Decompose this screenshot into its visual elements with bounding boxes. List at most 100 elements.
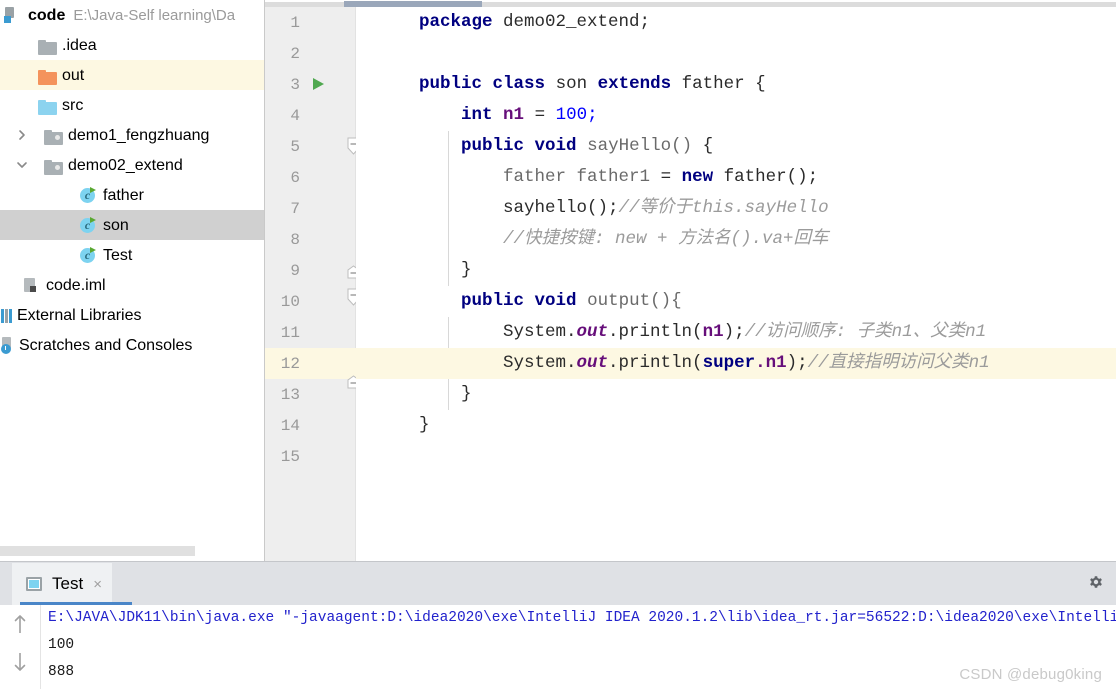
tree-row-demo02-extend[interactable]: demo02_extend bbox=[0, 150, 264, 180]
line-number: 7 bbox=[290, 199, 300, 218]
code-line-14[interactable]: } bbox=[356, 410, 1116, 441]
settings-gear-icon[interactable] bbox=[1084, 571, 1108, 595]
code-line-4[interactable]: int n1 = 100; bbox=[356, 100, 1116, 131]
tree-row-external-libraries[interactable]: External Libraries bbox=[0, 300, 264, 330]
token-brace: { bbox=[702, 136, 714, 156]
tree-row-scratches-and-consoles[interactable]: Scratches and Consoles bbox=[0, 330, 264, 360]
line-number: 14 bbox=[280, 416, 300, 435]
token-keyword: public bbox=[419, 74, 483, 94]
tree-row-code-iml[interactable]: code.iml bbox=[0, 270, 264, 300]
gutter-line: 2 bbox=[265, 38, 356, 69]
package-icon bbox=[44, 129, 63, 145]
code-line-8[interactable]: //快捷按键: new + 方法名().va+回车 bbox=[356, 224, 1116, 255]
run-gutter-icon[interactable] bbox=[313, 78, 324, 90]
console-tab-label: Test bbox=[52, 574, 84, 593]
scratches-icon bbox=[0, 336, 16, 355]
token-println: .println( bbox=[608, 353, 703, 373]
no-arrow bbox=[22, 37, 38, 53]
token-class-name: son bbox=[555, 74, 588, 94]
token-comment: //访问顺序: 子类n1、父类n1 bbox=[744, 322, 987, 342]
idea-window: code E:\Java-Self learning\Da .idea out … bbox=[0, 0, 1116, 689]
code-line-12[interactable]: System.out.println(super.n1);//直接指明访问父类n… bbox=[356, 348, 1116, 379]
close-icon[interactable]: × bbox=[93, 577, 102, 592]
console-output[interactable]: E:\JAVA\JDK11\bin\java.exe "-javaagent:D… bbox=[48, 605, 1116, 689]
libraries-icon bbox=[0, 306, 14, 325]
java-class-icon: c bbox=[79, 186, 98, 205]
token-variable: father1 bbox=[576, 167, 651, 187]
token-operator: = bbox=[534, 105, 546, 125]
watermark: CSDN @debug0king bbox=[959, 666, 1102, 683]
tree-row-father[interactable]: c father bbox=[0, 180, 264, 210]
code-line-6[interactable]: father father1 = new father(); bbox=[356, 162, 1116, 193]
token-println: .println( bbox=[608, 322, 703, 342]
tree-item-label: External Libraries bbox=[17, 306, 142, 324]
token-package-name: demo02_extend; bbox=[503, 12, 651, 32]
gutter-line: 8 bbox=[265, 224, 356, 255]
gutter-line: 4 bbox=[265, 100, 356, 131]
code-line-7[interactable]: sayhello();//等价于this.sayHello bbox=[356, 193, 1116, 224]
token-system: System. bbox=[503, 322, 577, 342]
tree-row-project-root[interactable]: code E:\Java-Self learning\Da bbox=[0, 0, 264, 30]
tree-row-idea[interactable]: .idea bbox=[0, 30, 264, 60]
tree-row-src[interactable]: src bbox=[0, 90, 264, 120]
token-operator: = bbox=[660, 167, 672, 187]
code-line-3[interactable]: public class son extends father { bbox=[356, 69, 1116, 100]
tree-row-out[interactable]: out bbox=[0, 60, 264, 90]
code-editor[interactable]: 1 2 3 4 5 6 7 8 9 10 11 12 13 14 15 pack… bbox=[265, 0, 1116, 561]
line-number: 8 bbox=[290, 230, 300, 249]
tree-row-test[interactable]: c Test bbox=[0, 240, 264, 270]
token-number: 100; bbox=[555, 105, 598, 125]
token-keyword: void bbox=[534, 291, 577, 311]
line-number: 1 bbox=[290, 13, 300, 32]
code-line-5[interactable]: public void sayHello() { bbox=[356, 131, 1116, 162]
code-line-10[interactable]: public void output(){ bbox=[356, 286, 1116, 317]
tree-item-label: son bbox=[103, 216, 129, 234]
tree-item-label: out bbox=[62, 66, 85, 84]
token-method-call: sayhello(); bbox=[503, 198, 619, 218]
scroll-down-icon[interactable] bbox=[9, 649, 31, 675]
project-horizontal-scrollbar[interactable] bbox=[0, 545, 264, 557]
project-root-path: E:\Java-Self learning\Da bbox=[73, 6, 236, 24]
gutter-line: 9 bbox=[265, 255, 360, 286]
run-tool-window[interactable]: Test × E:\JAVA\JDK11\bin\java.exe "-java… bbox=[0, 561, 1116, 689]
no-arrow bbox=[22, 67, 38, 83]
tree-row-demo1-fengzhuang[interactable]: demo1_fengzhuang bbox=[0, 120, 264, 150]
token-keyword: class bbox=[492, 74, 546, 94]
token-brace: { bbox=[755, 74, 766, 94]
tree-item-label: Test bbox=[103, 246, 133, 264]
scroll-up-icon[interactable] bbox=[9, 611, 31, 637]
project-tool-window[interactable]: code E:\Java-Self learning\Da .idea out … bbox=[0, 0, 264, 561]
gutter-line: 5 bbox=[265, 131, 360, 162]
line-number: 10 bbox=[280, 292, 300, 311]
gutter-line: 3 bbox=[265, 69, 356, 100]
folder-orange-icon bbox=[38, 69, 57, 85]
tree-item-label: father bbox=[103, 186, 144, 204]
chevron-right-icon[interactable] bbox=[14, 127, 30, 143]
folder-gray-icon bbox=[38, 39, 57, 55]
code-line-2[interactable] bbox=[356, 38, 1116, 69]
token-method-name: output(){ bbox=[587, 291, 682, 311]
chevron-down-icon[interactable] bbox=[14, 157, 30, 173]
code-line-11[interactable]: System.out.println(n1);//访问顺序: 子类n1、父类n1 bbox=[356, 317, 1116, 348]
code-text-area[interactable]: package demo02_extend; public class son … bbox=[356, 7, 1116, 561]
console-tab-test[interactable]: Test × bbox=[12, 563, 132, 605]
code-line-15[interactable] bbox=[356, 441, 1116, 472]
java-class-icon: c bbox=[79, 246, 98, 265]
line-number: 11 bbox=[280, 323, 300, 342]
package-icon bbox=[44, 159, 63, 175]
code-line-9[interactable]: } bbox=[356, 255, 1116, 286]
iml-file-icon bbox=[22, 276, 41, 295]
line-number: 13 bbox=[280, 385, 300, 404]
code-line-1[interactable]: package demo02_extend; bbox=[356, 7, 1116, 38]
code-line-13[interactable]: } bbox=[356, 379, 1116, 410]
gutter-line: 1 bbox=[265, 7, 356, 38]
editor-gutter[interactable]: 1 2 3 4 5 6 7 8 9 10 11 12 13 14 15 bbox=[265, 7, 360, 561]
folder-blue-icon bbox=[38, 99, 57, 115]
tree-row-son[interactable]: c son bbox=[0, 210, 264, 240]
token-comment: //快捷按键: new + 方法名().va+回车 bbox=[503, 229, 829, 249]
editor-horizontal-scrollbar[interactable] bbox=[265, 0, 1116, 7]
java-class-icon: c bbox=[79, 216, 98, 235]
token-keyword: package bbox=[419, 12, 493, 32]
token-comment: //直接指明访问父类n1 bbox=[807, 353, 990, 373]
scrollbar-thumb[interactable] bbox=[0, 546, 195, 556]
